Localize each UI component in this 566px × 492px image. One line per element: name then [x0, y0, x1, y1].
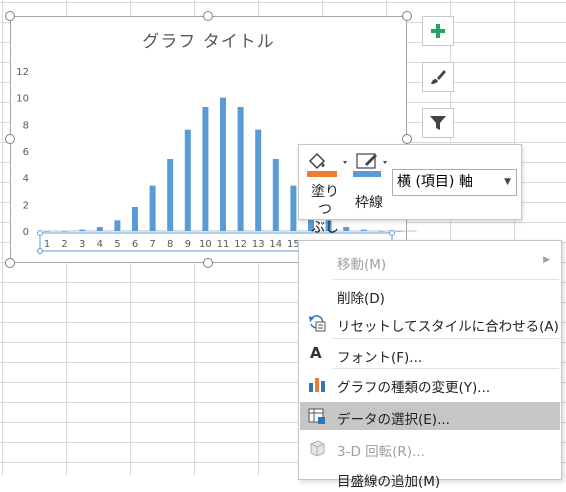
bar — [44, 231, 50, 232]
resize-handle-top-right[interactable] — [402, 11, 412, 21]
chart-element-selector[interactable]: 横 (項目) 軸 ▼ — [392, 169, 517, 196]
bar — [132, 207, 138, 231]
menu-item-3d-rotation[interactable]: 3-D 回転(R)... — [300, 434, 560, 462]
outline-pen-icon — [353, 153, 387, 177]
x-tick-label: 14 — [269, 239, 282, 250]
menu-item-change-chart-type[interactable]: グラフの種類の変更(Y)... — [300, 370, 560, 398]
bar — [272, 159, 279, 231]
bar — [255, 129, 262, 231]
x-tick-label: 13 — [252, 239, 265, 250]
resize-handle-bottom[interactable] — [203, 258, 213, 268]
x-tick-label: 5 — [114, 239, 120, 250]
outline-color-swatch — [353, 171, 381, 177]
menu-item-reset-style[interactable]: リセットしてスタイルに合わせる(A) — [300, 309, 560, 337]
chevron-right-icon: ▶ — [543, 255, 550, 265]
bar — [149, 185, 156, 231]
format-mini-toolbar: 塗りつ ぶし 枠線 横 (項目) 軸 ▼ — [298, 144, 522, 236]
bar — [290, 185, 297, 231]
chart-element-selector-value: 横 (項目) 軸 — [397, 174, 473, 190]
font-icon: A — [310, 344, 322, 362]
y-tick-label: 8 — [23, 120, 29, 131]
select-data-icon — [308, 408, 325, 424]
x-tick-label: 4 — [97, 239, 103, 250]
bar — [220, 97, 226, 232]
y-tick-label: 4 — [23, 174, 29, 185]
fill-color-swatch — [307, 171, 337, 177]
bar — [61, 231, 68, 232]
axis-selection-handle — [389, 230, 395, 236]
chart-plot: 0246810121234567891011121314151617181920… — [16, 67, 417, 254]
menu-separator — [333, 279, 559, 280]
x-tick-label: 11 — [217, 239, 230, 250]
outline-button[interactable]: 枠線 — [351, 149, 391, 219]
bar — [184, 129, 191, 231]
chart-styles-button[interactable] — [422, 62, 454, 92]
x-tick-label: 7 — [149, 239, 155, 250]
bar — [378, 231, 385, 232]
resize-handle-top-left[interactable] — [5, 11, 15, 21]
y-tick-label: 6 — [23, 147, 29, 158]
menu-item-font[interactable]: A フォント(F)... — [300, 340, 560, 368]
bar — [360, 229, 367, 231]
chart-area[interactable]: グラフ タイトル 0246810121234567891011121314151… — [10, 16, 417, 263]
x-tick-label: 3 — [79, 239, 85, 250]
resize-handle-top[interactable] — [203, 11, 213, 21]
resize-handle-left[interactable] — [5, 134, 15, 144]
x-tick-label: 1 — [44, 239, 50, 250]
paint-bucket-icon — [307, 152, 347, 177]
menu-item-move[interactable]: 移動(M) ▶ — [300, 247, 560, 275]
axis-selection-handle — [37, 230, 43, 236]
menu-separator — [333, 338, 559, 339]
bar — [237, 107, 244, 231]
y-tick-label: 12 — [16, 67, 29, 78]
x-tick-label: 9 — [185, 239, 191, 250]
chart-type-icon — [309, 378, 325, 392]
context-menu: 移動(M) ▶ 削除(D) リセットしてスタイルに合わせる(A) A フォント(… — [298, 240, 562, 490]
fill-label: 塗りつ ぶし — [311, 184, 339, 236]
chart-elements-button[interactable] — [422, 16, 454, 46]
x-tick-label: 12 — [234, 239, 247, 250]
x-tick-label: 8 — [167, 239, 173, 250]
bar — [396, 231, 402, 232]
outline-label: 枠線 — [355, 195, 383, 211]
menu-item-select-data[interactable]: データの選択(E)... — [300, 402, 560, 430]
bar — [79, 229, 86, 231]
bar — [202, 107, 209, 231]
menu-item-add-gridlines[interactable]: 目盛線の追加(M) — [300, 464, 560, 492]
x-tick-label: 6 — [132, 239, 138, 250]
y-tick-label: 2 — [23, 200, 29, 211]
bar — [96, 227, 103, 231]
y-tick-label: 0 — [23, 227, 29, 238]
bar — [167, 159, 174, 231]
chart-filters-button[interactable] — [422, 108, 454, 138]
reset-style-icon — [309, 315, 326, 332]
x-tick-label: 2 — [61, 239, 67, 250]
resize-handle-right[interactable] — [402, 134, 412, 144]
y-tick-label: 10 — [16, 94, 29, 105]
resize-handle-bottom-left[interactable] — [5, 258, 15, 268]
menu-separator — [333, 368, 559, 369]
bar — [114, 220, 121, 231]
chevron-down-icon: ▼ — [504, 177, 511, 187]
fill-button[interactable]: 塗りつ ぶし — [305, 149, 349, 236]
axis-selection-handle — [37, 248, 43, 254]
filter-icon — [430, 116, 446, 130]
plus-icon — [431, 24, 445, 38]
brush-icon — [431, 70, 446, 84]
menu-item-delete[interactable]: 削除(D) — [300, 281, 560, 309]
x-tick-label: 10 — [199, 239, 212, 250]
cube-icon — [310, 440, 325, 457]
